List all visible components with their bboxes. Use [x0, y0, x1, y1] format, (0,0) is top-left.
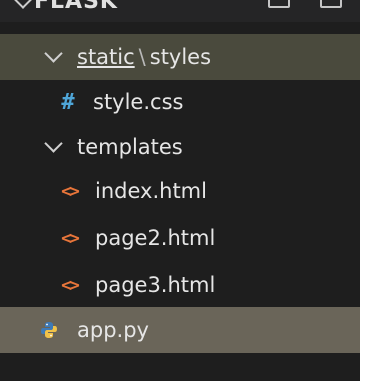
tree-item-style-css[interactable]: # style.css — [0, 79, 360, 125]
folder-label: templates — [77, 135, 183, 159]
tree-item-static-styles[interactable]: static \ styles — [0, 34, 360, 80]
python-icon — [38, 321, 60, 339]
chevron-down-icon[interactable] — [13, 0, 33, 9]
workspace-title[interactable]: FLASK — [34, 0, 118, 13]
new-folder-icon[interactable] — [320, 0, 342, 8]
html-icon: <> — [61, 227, 80, 249]
file-label: app.py — [77, 318, 149, 342]
tree-item-page3-html[interactable]: <> page3.html — [0, 262, 360, 308]
chevron-down-icon — [44, 43, 63, 63]
tree-item-index-html[interactable]: <> index.html — [0, 168, 360, 214]
html-icon: <> — [61, 274, 80, 296]
chevron-down-icon — [44, 133, 63, 153]
tree-item-page2-html[interactable]: <> page2.html — [0, 215, 360, 261]
folder-name-static[interactable]: static — [77, 45, 135, 69]
tree-item-templates[interactable]: templates — [0, 124, 360, 170]
file-label: style.css — [93, 90, 184, 114]
file-label: index.html — [95, 179, 207, 203]
html-icon: <> — [61, 180, 80, 202]
new-file-icon[interactable] — [268, 0, 290, 8]
path-separator: \ — [138, 45, 146, 69]
file-label: page2.html — [95, 226, 216, 250]
tree-item-app-py[interactable]: app.py — [0, 307, 360, 353]
explorer-header: FLASK — [0, 0, 360, 22]
css-hash-icon: # — [61, 89, 75, 115]
explorer-panel: FLASK static \ styles # style.css template… — [0, 0, 360, 381]
file-label: page3.html — [95, 273, 216, 297]
folder-path-label: static \ styles — [77, 45, 211, 69]
folder-name-styles[interactable]: styles — [150, 45, 211, 69]
